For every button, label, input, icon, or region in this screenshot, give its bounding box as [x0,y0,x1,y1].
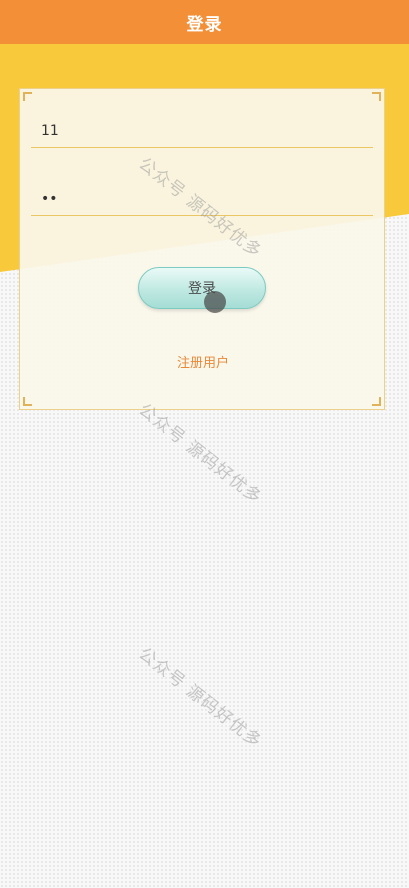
corner-ornament [372,397,381,406]
corner-ornament [23,92,32,101]
corner-ornament [23,397,32,406]
password-input[interactable] [31,191,373,207]
password-field-row [31,183,373,216]
watermark-text: 公众号 源码好优多 [134,643,266,753]
login-button-label: 登录 [188,281,216,297]
login-card: 登录 注册用户 [19,88,385,410]
page-title: 登录 [186,14,223,35]
username-field-row [31,115,373,148]
watermark-text: 公众号 源码好优多 [134,399,266,509]
login-button[interactable]: 登录 [138,267,266,309]
corner-ornament [372,92,381,101]
register-link[interactable]: 注册用户 [20,352,386,371]
app-header: 登录 [0,0,409,44]
username-input[interactable] [31,123,373,139]
